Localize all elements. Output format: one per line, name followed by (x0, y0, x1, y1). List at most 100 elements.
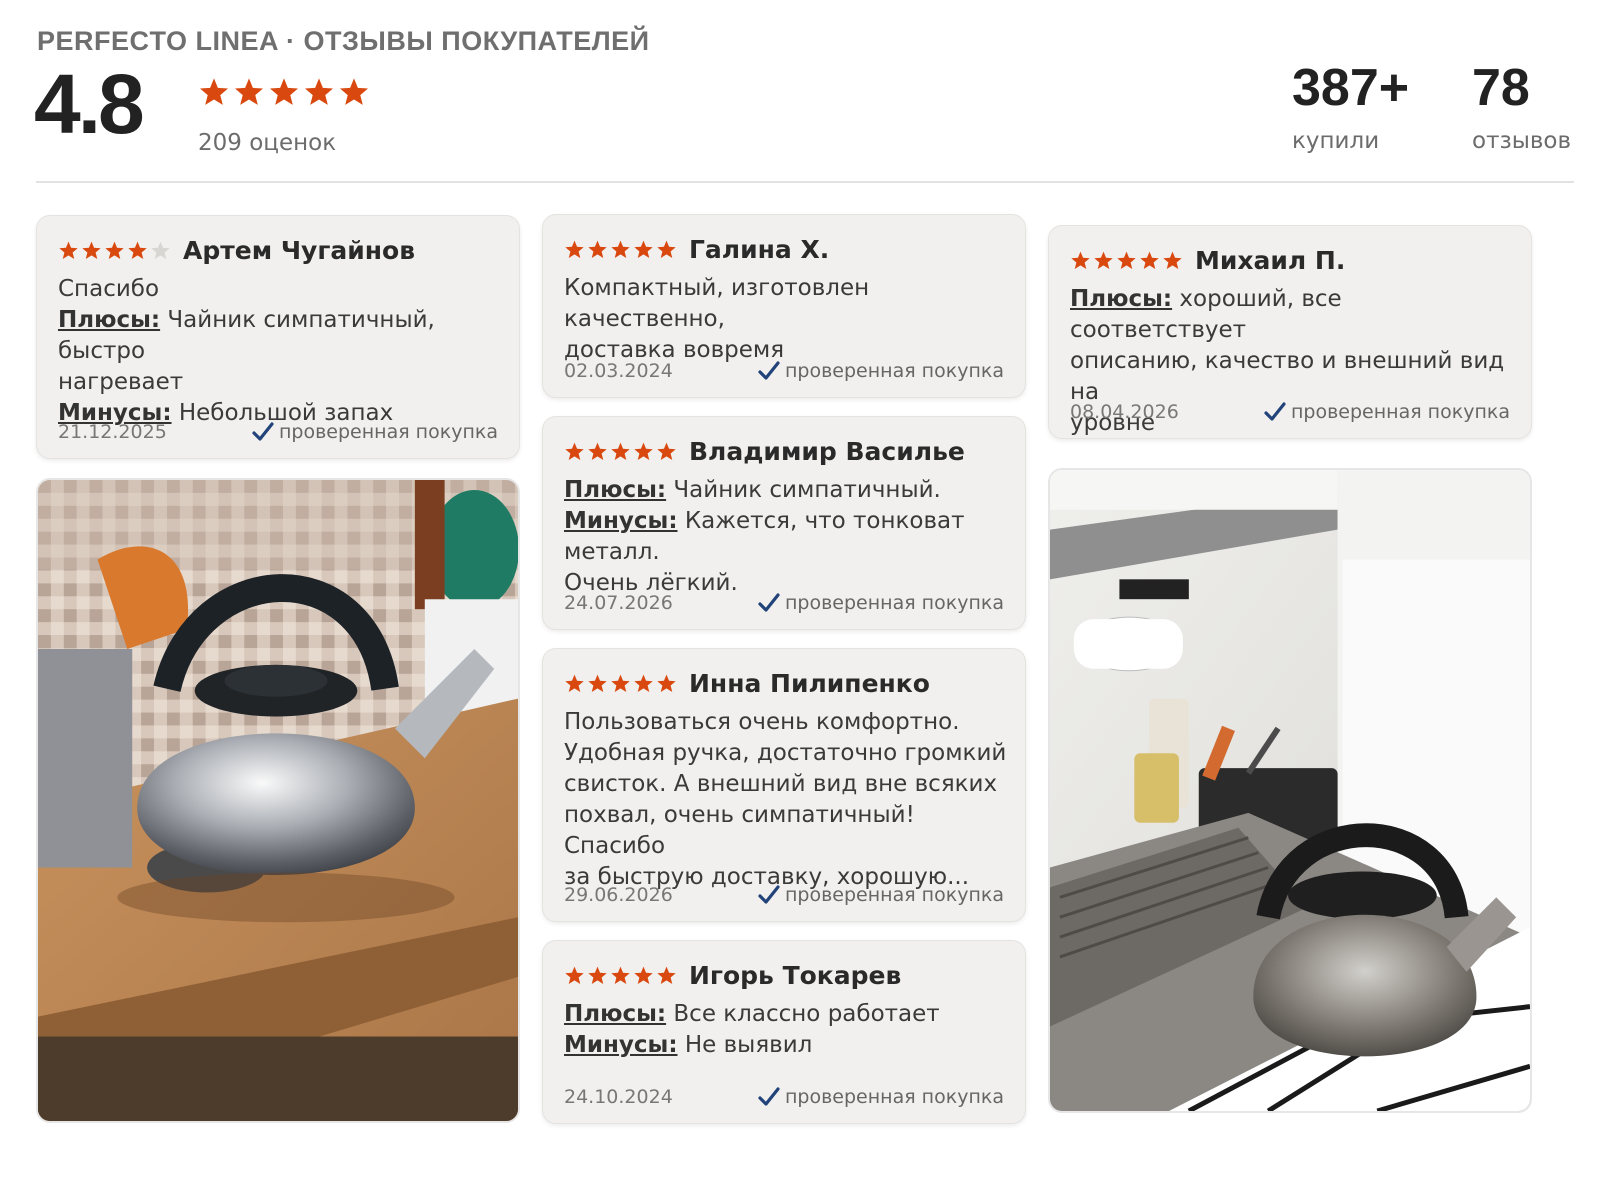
review-text-line: Плюсы: Все классно работает (564, 999, 1009, 1030)
review-text-line: Плюсы: Чайник симпатичный, быстро (58, 305, 503, 367)
verified-purchase-label: проверенная покупка (784, 884, 1004, 906)
star-filled-icon (565, 240, 584, 258)
star-filled-icon (305, 78, 333, 105)
verified-purchase-badge: проверенная покупка (757, 591, 1004, 615)
review-text-line: Спасибо (58, 274, 503, 305)
stat-bought-label: купили (1292, 128, 1380, 154)
star-filled-icon (1117, 251, 1136, 269)
star-filled-icon (634, 674, 653, 692)
review-key-label: Минусы: (564, 1032, 678, 1058)
review-text-line: свисток. А внешний вид вне всяких (564, 769, 1009, 800)
star-filled-icon (611, 442, 630, 460)
star-filled-icon (565, 674, 584, 692)
review-date: 24.07.2026 (564, 592, 673, 614)
review-text-line: нагревает (58, 367, 503, 398)
review-line-text: нагревает (58, 369, 184, 395)
review-text-line: Плюсы: хороший, все соответствует (1070, 284, 1515, 346)
checkmark-icon (758, 361, 780, 380)
verified-purchase-badge: проверенная покупка (1263, 400, 1510, 424)
verified-purchase-badge: проверенная покупка (251, 420, 498, 444)
checkmark-icon (758, 1087, 780, 1106)
star-filled-icon (657, 674, 676, 692)
review-text: Пользоваться очень комфортно. Удобная руч… (564, 707, 1009, 893)
star-filled-icon (634, 966, 653, 984)
star-filled-icon (588, 240, 607, 258)
review-text-line: Минусы: Не выявил (564, 1030, 1009, 1061)
star-filled-icon (634, 442, 653, 460)
review-text: Компактный, изготовлен качественно, доста… (564, 273, 1009, 366)
review-line-text: Все классно работает (666, 1001, 940, 1027)
review-card[interactable]: Галина Х. Компактный, изготовлен качестве… (542, 214, 1026, 398)
review-stars (564, 441, 677, 462)
review-header: Артем Чугайнов (58, 236, 415, 265)
review-text-line: Удобная ручка, достаточно громкий (564, 738, 1009, 769)
review-key-label: Плюсы: (564, 477, 667, 503)
star-filled-icon (611, 966, 630, 984)
star-filled-icon (657, 240, 676, 258)
review-text: Плюсы: Чайник симпатичный. Минусы: Кажетс… (564, 475, 1009, 599)
header-divider (36, 181, 1574, 183)
checkmark-icon (1264, 402, 1286, 421)
review-header: Владимир Василье (564, 437, 965, 466)
review-footer: 24.10.2024 проверенная покупка (564, 1085, 1004, 1109)
star-filled-icon (565, 966, 584, 984)
review-card[interactable]: Артем Чугайнов Спасибо Плюсы: Чайник симпа… (36, 215, 520, 459)
kettle-on-stove-photo[interactable] (1048, 468, 1532, 1113)
review-text-line: Компактный, изготовлен качественно, (564, 273, 1009, 335)
review-text-line: описанию, качество и внешний вид на (1070, 346, 1515, 408)
review-text-line: Пользоваться очень комфортно. (564, 707, 1009, 738)
review-header: Инна Пилипенко (564, 669, 930, 698)
review-author: Игорь Токарев (689, 961, 902, 990)
stat-reviews: 78 отзывов (1472, 62, 1571, 154)
star-filled-icon (1071, 251, 1090, 269)
review-line-text: Пользоваться очень комфортно. (564, 709, 960, 735)
checkmark-icon (758, 885, 780, 904)
review-card[interactable]: Владимир Василье Плюсы: Чайник симпатичны… (542, 416, 1026, 630)
review-line-text: свисток. А внешний вид вне всяких (564, 771, 998, 797)
review-author: Галина Х. (689, 235, 830, 264)
stat-bought: 387+ купили (1292, 62, 1409, 154)
kettle-on-table-image (38, 480, 518, 1121)
review-card[interactable]: Инна Пилипенко Пользоваться очень комфорт… (542, 648, 1026, 922)
verified-purchase-label: проверенная покупка (1290, 401, 1510, 423)
review-date: 08.04.2026 (1070, 401, 1179, 423)
star-filled-icon (1094, 251, 1113, 269)
review-date: 29.06.2026 (564, 884, 673, 906)
kettle-on-table-photo[interactable] (36, 478, 520, 1123)
review-line-text: Спасибо (58, 276, 160, 302)
review-text: Спасибо Плюсы: Чайник симпатичный, быстро… (58, 274, 503, 429)
star-filled-icon (105, 241, 124, 259)
star-filled-icon (128, 241, 147, 259)
star-filled-icon (657, 442, 676, 460)
star-filled-icon (657, 966, 676, 984)
review-line-text: Не выявил (677, 1032, 813, 1058)
review-header: Михаил П. (1070, 246, 1345, 275)
review-line-text: Компактный, изготовлен качественно, (564, 275, 870, 332)
star-filled-icon (588, 442, 607, 460)
verified-purchase-badge: проверенная покупка (757, 359, 1004, 383)
header-stars (198, 76, 370, 108)
review-author: Владимир Василье (689, 437, 965, 466)
page-title: PERFECTO LINEA · ОТЗЫВЫ ПОКУПАТЕЛЕЙ (37, 26, 650, 56)
star-filled-icon (634, 240, 653, 258)
star-filled-icon (200, 78, 228, 105)
star-filled-icon (588, 966, 607, 984)
review-date: 02.03.2024 (564, 360, 673, 382)
kettle-on-stove-image (1050, 470, 1530, 1111)
star-filled-icon (611, 240, 630, 258)
review-line-text: Чайник симпатичный. (666, 477, 941, 503)
review-footer: 24.07.2026 проверенная покупка (564, 591, 1004, 615)
review-footer: 08.04.2026 проверенная покупка (1070, 400, 1510, 424)
checkmark-icon (252, 422, 274, 441)
review-stars (564, 965, 677, 986)
review-footer: 29.06.2026 проверенная покупка (564, 883, 1004, 907)
review-date: 21.12.2025 (58, 421, 167, 443)
review-card[interactable]: Игорь Токарев Плюсы: Все классно работает… (542, 940, 1026, 1124)
review-header: Игорь Токарев (564, 961, 901, 990)
review-stars (58, 240, 171, 261)
verified-purchase-badge: проверенная покупка (757, 883, 1004, 907)
review-text-line: похвал, очень симпатичный! Спасибо (564, 800, 1009, 862)
ratings-count: 209 оценок (198, 130, 337, 156)
review-card[interactable]: Михаил П. Плюсы: хороший, все соответству… (1048, 225, 1532, 439)
review-text-line: Плюсы: Чайник симпатичный. (564, 475, 1009, 506)
